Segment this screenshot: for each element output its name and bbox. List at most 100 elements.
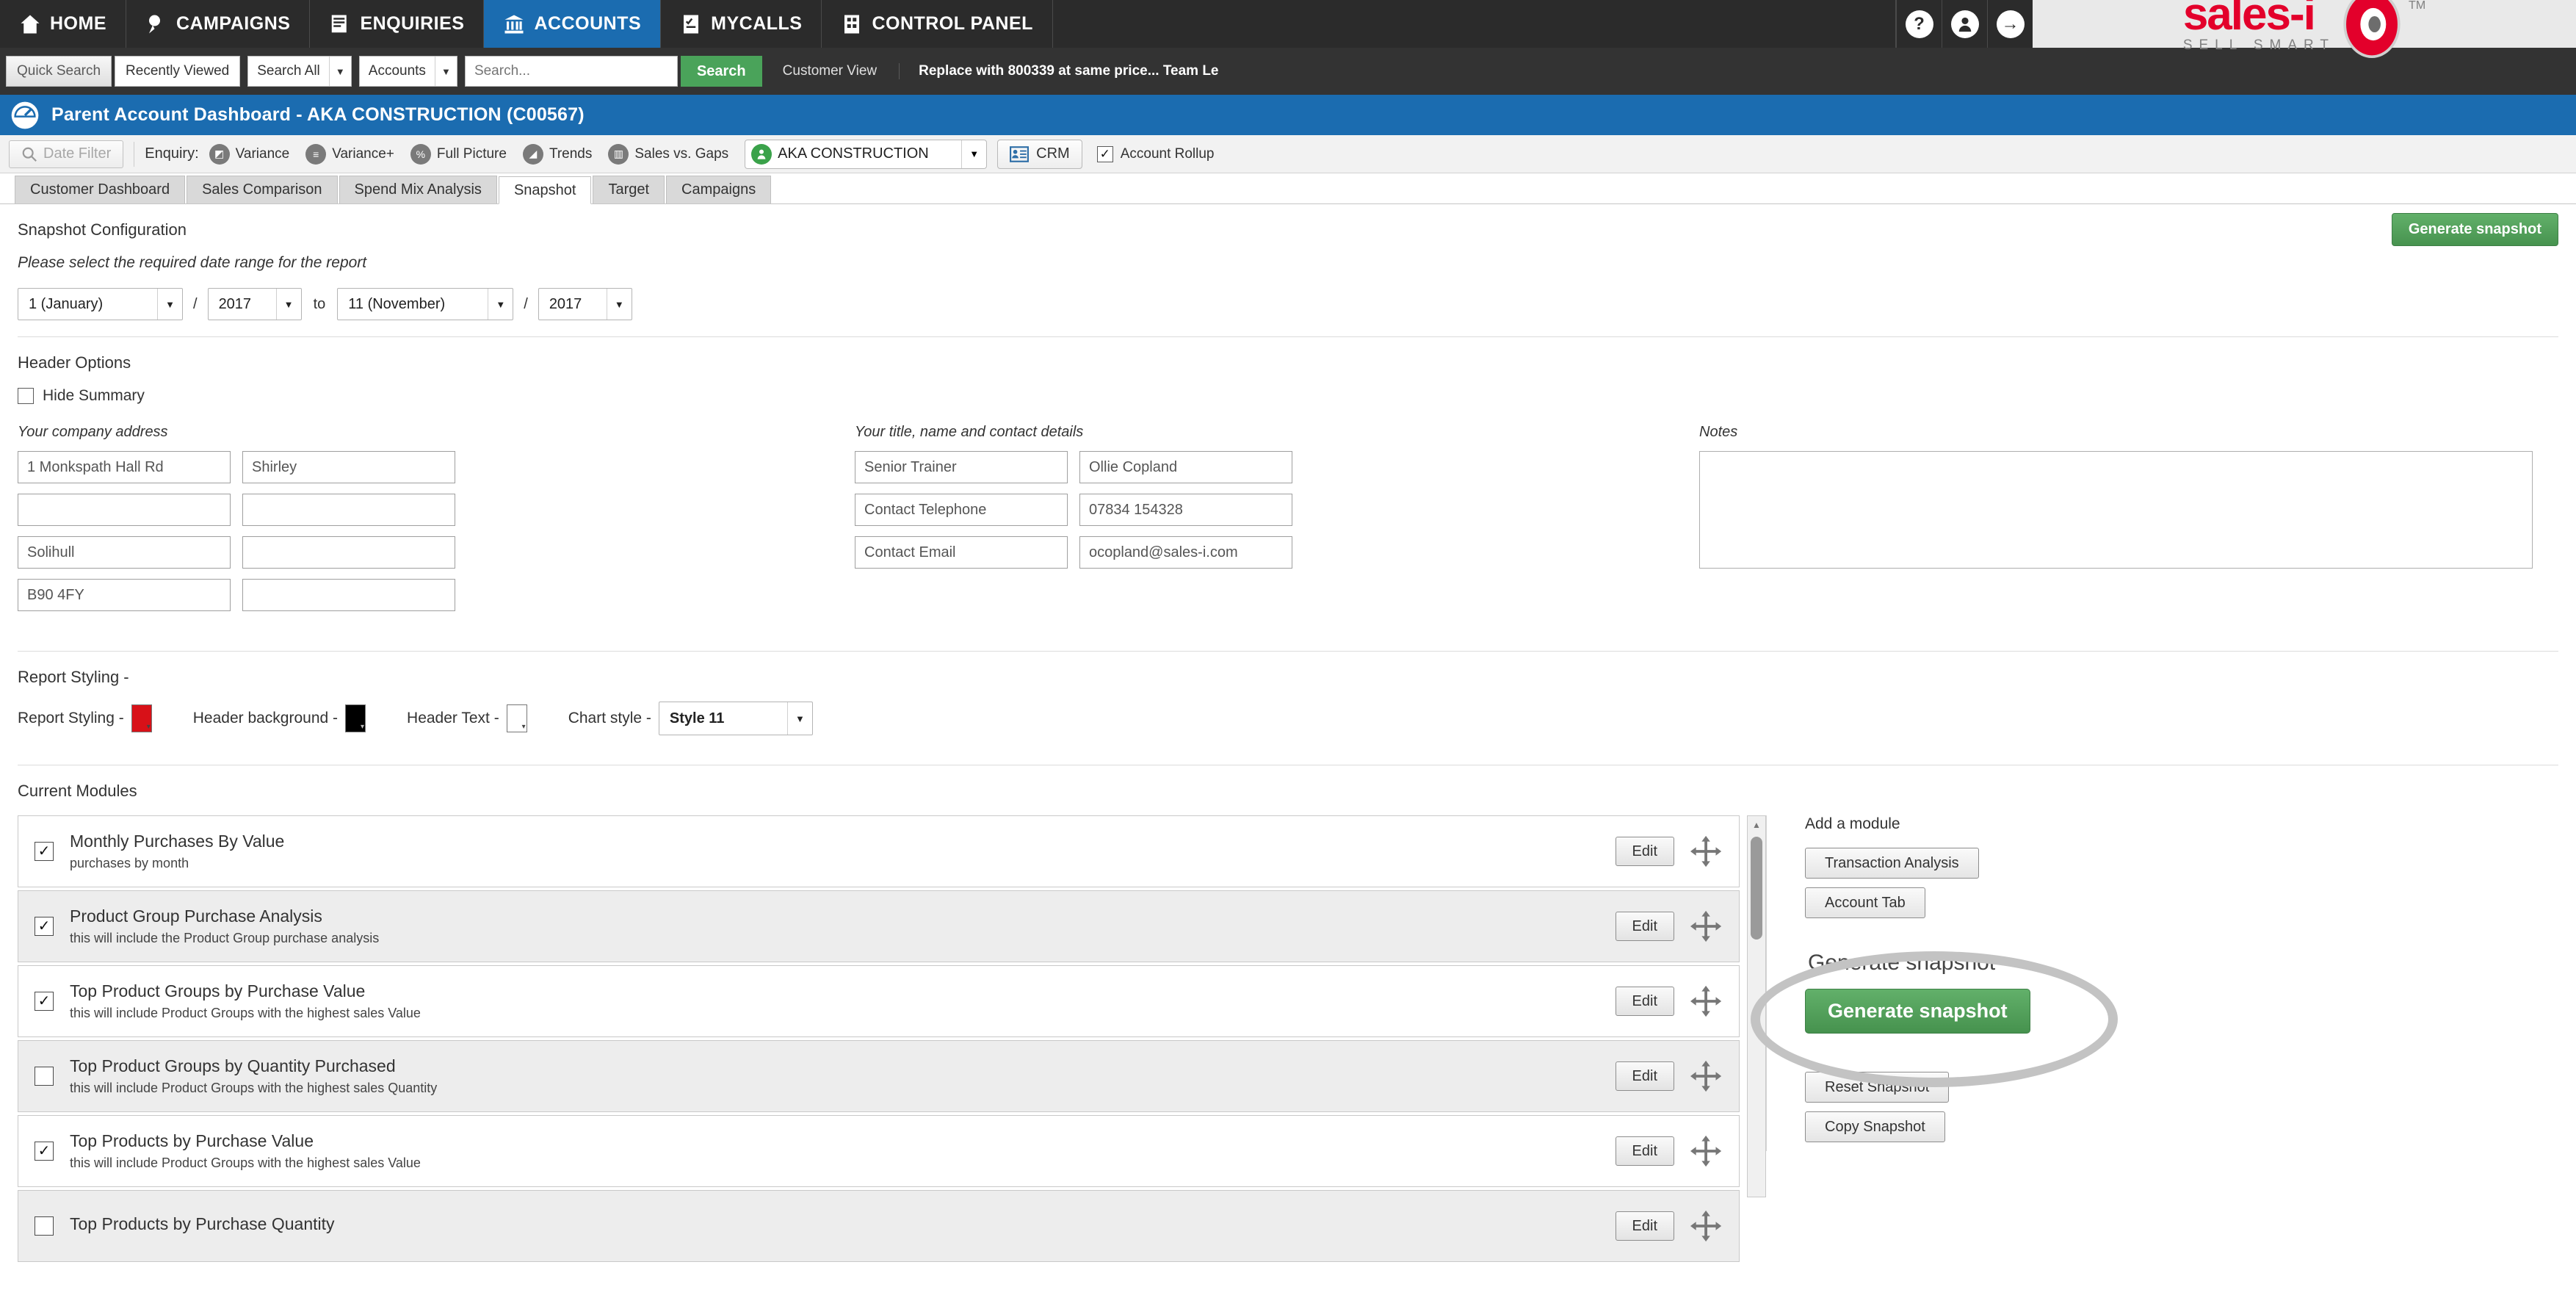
- copy-snapshot-button[interactable]: Copy Snapshot: [1805, 1111, 1945, 1142]
- table-row[interactable]: Top Products by Purchase Quantity Edit: [18, 1190, 1740, 1262]
- scrollbar-thumb[interactable]: [1751, 837, 1762, 940]
- edit-button[interactable]: Edit: [1615, 912, 1674, 941]
- nav-item-accounts[interactable]: ACCOUNTS: [484, 0, 662, 48]
- enquiry-item-sales-vs-gaps[interactable]: ▥ Sales vs. Gaps: [608, 143, 728, 165]
- add-account-tab-button[interactable]: Account Tab: [1805, 887, 1925, 918]
- add-transaction-analysis-button[interactable]: Transaction Analysis: [1805, 848, 1979, 879]
- contact-telephone-label-field[interactable]: Contact Telephone: [855, 494, 1068, 526]
- table-row[interactable]: ✓ Top Products by Purchase Value this wi…: [18, 1115, 1740, 1187]
- move-handle-icon[interactable]: [1690, 834, 1724, 868]
- address-line4-right[interactable]: [242, 579, 455, 611]
- module-checkbox[interactable]: ✓: [35, 992, 54, 1011]
- account-rollup-checkbox[interactable]: ✓: [1096, 145, 1113, 162]
- header-text-color-swatch[interactable]: ▾: [506, 704, 527, 732]
- search-type-select[interactable]: Accounts ▼: [358, 56, 457, 87]
- tab-campaigns[interactable]: Campaigns: [666, 176, 772, 203]
- report-styling-row: Report Styling - ▾ Header background - ▾…: [18, 702, 2558, 735]
- generate-snapshot-button[interactable]: Generate snapshot: [1805, 989, 2030, 1034]
- to-year-select[interactable]: 2017 ▼: [538, 288, 632, 320]
- edit-button[interactable]: Edit: [1615, 837, 1674, 866]
- reset-snapshot-button[interactable]: Reset Snapshot: [1805, 1072, 1950, 1103]
- move-handle-icon[interactable]: [1690, 984, 1724, 1018]
- recently-viewed-button[interactable]: Recently Viewed: [115, 56, 241, 87]
- generate-snapshot-heading: Generate snapshot: [1808, 951, 1996, 975]
- modules-scrollbar[interactable]: ▲: [1747, 815, 1766, 1197]
- search-button[interactable]: Search: [680, 56, 762, 87]
- crm-button[interactable]: CRM: [997, 139, 1082, 169]
- nav-item-enquiries[interactable]: ENQUIRIES: [310, 0, 485, 48]
- date-filter-button[interactable]: Date Filter: [9, 140, 124, 168]
- address-line2-left[interactable]: [18, 494, 231, 526]
- move-handle-icon[interactable]: [1690, 1209, 1724, 1243]
- enquiry-item-variance-plus[interactable]: ≡ Variance+: [305, 143, 394, 165]
- edit-button[interactable]: Edit: [1615, 1136, 1674, 1166]
- contact-email-field[interactable]: ocopland@sales-i.com: [1079, 536, 1292, 569]
- module-checkbox[interactable]: ✓: [35, 917, 54, 936]
- nav-item-home[interactable]: HOME: [0, 0, 126, 48]
- table-row[interactable]: ✓ Product Group Purchase Analysis this w…: [18, 890, 1740, 962]
- user-account-button[interactable]: [1942, 0, 1987, 48]
- account-select[interactable]: AKA CONSTRUCTION ▼: [745, 139, 988, 169]
- from-month-select[interactable]: 1 (January) ▼: [18, 288, 183, 320]
- chart-style-value: Style 11: [669, 710, 725, 726]
- address-line3-right[interactable]: [242, 536, 455, 569]
- hide-summary-checkbox[interactable]: [18, 388, 34, 404]
- enquiry-item-variance[interactable]: ◩ Variance: [209, 143, 289, 165]
- tab-snapshot[interactable]: Snapshot: [498, 176, 592, 204]
- edit-button[interactable]: Edit: [1615, 1211, 1674, 1241]
- report-styling-color-swatch[interactable]: ▾: [131, 704, 152, 732]
- enquiry-item-label: Full Picture: [436, 145, 507, 162]
- move-handle-icon[interactable]: [1690, 909, 1724, 943]
- edit-button[interactable]: Edit: [1615, 1061, 1674, 1091]
- nav-item-control-panel[interactable]: CONTROL PANEL: [822, 0, 1053, 48]
- nav-item-mycalls[interactable]: MYCALLS: [661, 0, 822, 48]
- nav-item-campaigns[interactable]: CAMPAIGNS: [126, 0, 311, 48]
- move-handle-icon[interactable]: [1690, 1059, 1724, 1093]
- chart-style-select[interactable]: Style 11 ▼: [658, 702, 813, 735]
- notes-label: Notes: [1699, 424, 1738, 440]
- contact-row: Contact Email ocopland@sales-i.com: [855, 536, 1699, 569]
- company-address-column: Your company address 1 Monkspath Hall Rd…: [18, 424, 855, 621]
- logo-wordmark: sales-i: [2182, 0, 2316, 40]
- address-line4-left[interactable]: B90 4FY: [18, 579, 231, 611]
- tab-spend-mix-analysis[interactable]: Spend Mix Analysis: [339, 176, 497, 203]
- to-month-select[interactable]: 11 (November) ▼: [337, 288, 514, 320]
- table-row[interactable]: ✓ Top Product Groups by Purchase Value t…: [18, 965, 1740, 1037]
- table-row[interactable]: ✓ Monthly Purchases By Value purchases b…: [18, 815, 1740, 887]
- tab-customer-dashboard[interactable]: Customer Dashboard: [15, 176, 186, 203]
- tab-sales-comparison[interactable]: Sales Comparison: [187, 176, 338, 203]
- module-checkbox[interactable]: ✓: [35, 842, 54, 861]
- generate-snapshot-top-button[interactable]: Generate snapshot: [2391, 213, 2558, 246]
- address-line1-right[interactable]: Shirley: [242, 451, 455, 483]
- contact-email-label-field[interactable]: Contact Email: [855, 536, 1068, 569]
- edit-button[interactable]: Edit: [1615, 987, 1674, 1016]
- address-line1-left[interactable]: 1 Monkspath Hall Rd: [18, 451, 231, 483]
- table-row[interactable]: Top Product Groups by Quantity Purchased…: [18, 1040, 1740, 1112]
- address-line2-right[interactable]: [242, 494, 455, 526]
- search-scope-select[interactable]: Search All ▼: [247, 56, 352, 87]
- scroll-up-icon[interactable]: ▲: [1748, 816, 1765, 834]
- module-checkbox[interactable]: ✓: [35, 1142, 54, 1161]
- sales-i-logo: sales-i SELL SMART TM: [2033, 0, 2576, 58]
- customer-view-link[interactable]: Customer View: [783, 63, 877, 79]
- enquiry-item-trends[interactable]: ◢ Trends: [522, 143, 592, 165]
- search-input[interactable]: [464, 56, 678, 87]
- contact-title-field[interactable]: Senior Trainer: [855, 451, 1068, 483]
- tab-target[interactable]: Target: [593, 176, 665, 203]
- from-year-select[interactable]: 2017 ▼: [207, 288, 302, 320]
- help-button[interactable]: ?: [1896, 0, 1942, 48]
- header-background-color-swatch[interactable]: ▾: [345, 704, 366, 732]
- move-handle-icon[interactable]: [1690, 1134, 1724, 1168]
- enquiry-label: Enquiry:: [145, 145, 199, 162]
- enquiry-item-full-picture[interactable]: % Full Picture: [410, 143, 507, 165]
- address-line3-left[interactable]: Solihull: [18, 536, 231, 569]
- module-checkbox[interactable]: [35, 1067, 54, 1086]
- contact-telephone-field[interactable]: 07834 154328: [1079, 494, 1292, 526]
- contact-name-field[interactable]: Ollie Copland: [1079, 451, 1292, 483]
- module-checkbox[interactable]: [35, 1216, 54, 1236]
- account-rollup-toggle[interactable]: ✓ Account Rollup: [1096, 145, 1215, 162]
- notes-textarea[interactable]: [1699, 451, 2533, 569]
- hide-summary-toggle[interactable]: Hide Summary: [18, 387, 2558, 405]
- quick-search-button[interactable]: Quick Search: [6, 56, 112, 87]
- logout-button[interactable]: →: [1987, 0, 2033, 48]
